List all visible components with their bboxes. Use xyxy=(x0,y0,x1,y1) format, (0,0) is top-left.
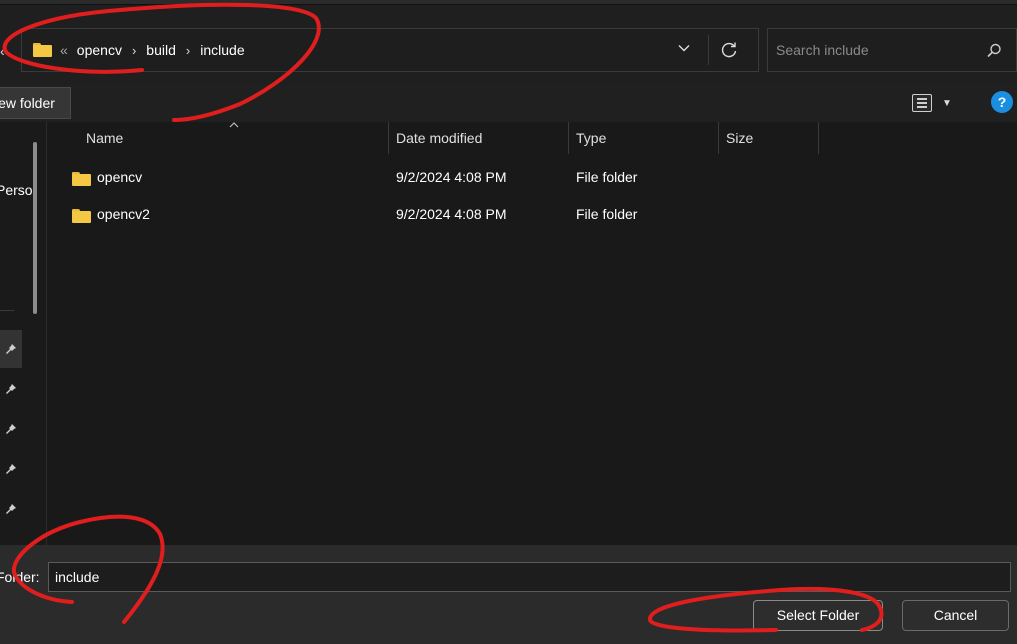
file-row[interactable]: opencv2 9/2/2024 4:08 PM File folder xyxy=(48,197,1017,233)
column-header-size[interactable]: Size xyxy=(718,122,818,154)
breadcrumb-separator-icon[interactable]: › xyxy=(132,43,136,58)
pin-icon xyxy=(6,424,16,434)
pin-icon xyxy=(6,344,16,354)
breadcrumb-build[interactable]: build xyxy=(146,42,176,58)
caret-down-icon: ▼ xyxy=(942,97,952,109)
pin-icon xyxy=(6,504,16,514)
file-type: File folder xyxy=(576,169,638,185)
address-bar[interactable]: « opencv › build › include xyxy=(21,28,759,72)
back-chevron-icon[interactable]: ‹ xyxy=(0,43,10,59)
pin-icon xyxy=(6,464,16,474)
file-name: opencv xyxy=(97,169,143,185)
breadcrumb-separator-icon[interactable]: › xyxy=(186,43,190,58)
select-folder-button[interactable]: Select Folder xyxy=(753,600,883,631)
file-list: Name Date modified Type Size opencv 9/2/… xyxy=(48,122,1017,545)
file-type: File folder xyxy=(576,206,638,222)
quick-access-item[interactable] xyxy=(0,330,22,368)
breadcrumb-opencv[interactable]: opencv xyxy=(77,42,122,58)
folder-icon xyxy=(33,43,52,57)
new-folder-button[interactable]: New folder xyxy=(0,87,71,119)
column-header-date-modified[interactable]: Date modified xyxy=(388,122,568,154)
nav-scrollbar[interactable] xyxy=(33,142,37,314)
address-divider xyxy=(708,35,709,65)
quick-access-item[interactable] xyxy=(0,450,22,488)
cancel-button[interactable]: Cancel xyxy=(902,600,1009,631)
nav-item-personal[interactable]: Perso xyxy=(0,182,33,198)
file-date-modified: 9/2/2024 4:08 PM xyxy=(396,206,507,222)
command-bar: New folder ▼ ? xyxy=(0,85,1017,122)
breadcrumb-include[interactable]: include xyxy=(200,42,244,58)
folder-icon xyxy=(72,209,91,223)
navigation-pane: Perso xyxy=(0,122,47,545)
file-name: opencv2 xyxy=(97,206,150,222)
navigation-row: ‹ « opencv › build › include xyxy=(0,5,1017,85)
refresh-icon[interactable] xyxy=(718,39,740,61)
column-divider[interactable] xyxy=(818,122,819,154)
details-view-icon xyxy=(912,94,932,112)
help-button[interactable]: ? xyxy=(991,91,1013,113)
quick-access-item[interactable] xyxy=(0,490,22,528)
column-header-name[interactable]: Name xyxy=(78,122,388,154)
address-history-dropdown-icon[interactable] xyxy=(675,41,693,59)
file-row[interactable]: opencv 9/2/2024 4:08 PM File folder xyxy=(48,160,1017,196)
pin-icon xyxy=(6,384,16,394)
change-view-button[interactable]: ▼ xyxy=(912,91,960,115)
folder-label: Folder: xyxy=(0,569,40,585)
search-input[interactable] xyxy=(776,40,976,60)
overflow-chevron-icon[interactable]: « xyxy=(60,42,68,58)
quick-access-item[interactable] xyxy=(0,370,22,408)
folder-name-input[interactable] xyxy=(48,562,1011,592)
folder-icon xyxy=(72,172,91,186)
file-date-modified: 9/2/2024 4:08 PM xyxy=(396,169,507,185)
quick-access-item[interactable] xyxy=(0,410,22,448)
nav-divider xyxy=(0,310,14,311)
search-icon[interactable] xyxy=(984,41,1004,61)
column-header-type[interactable]: Type xyxy=(568,122,718,154)
dialog-footer: Folder: Select Folder Cancel xyxy=(0,545,1017,644)
search-box[interactable] xyxy=(767,28,1017,72)
